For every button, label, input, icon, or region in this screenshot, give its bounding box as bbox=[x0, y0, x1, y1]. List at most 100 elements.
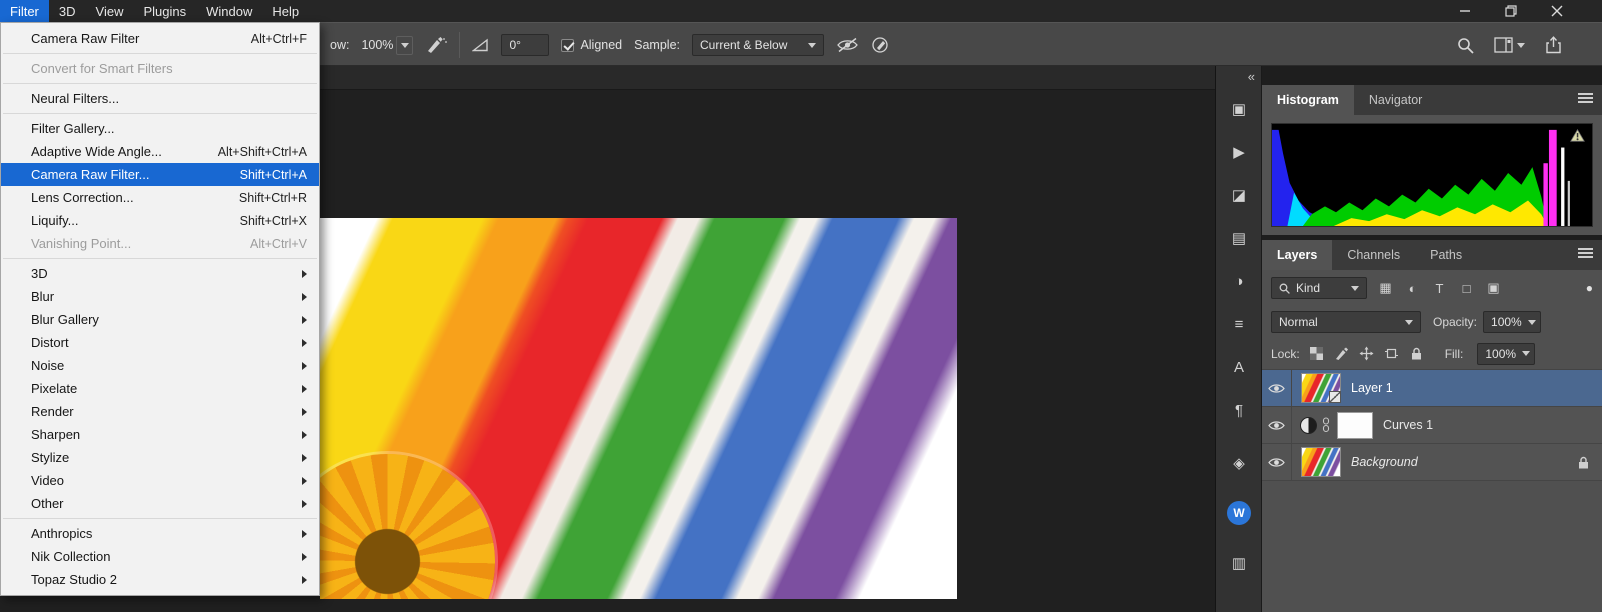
threed-panel-icon[interactable]: ◈ bbox=[1222, 448, 1256, 478]
blend-mode-select[interactable]: Normal bbox=[1271, 311, 1421, 333]
fill-input[interactable]: 100% bbox=[1477, 343, 1535, 365]
fill-value: 100% bbox=[1485, 347, 1516, 361]
close-button[interactable] bbox=[1548, 4, 1566, 18]
filter-menu-item[interactable]: Video bbox=[1, 469, 319, 492]
lock-image-icon[interactable] bbox=[1333, 345, 1350, 362]
character-panel-icon[interactable]: A bbox=[1222, 352, 1256, 382]
filter-menu-item[interactable]: 3D bbox=[1, 262, 319, 285]
restore-button[interactable] bbox=[1502, 4, 1520, 18]
checkbox-icon[interactable] bbox=[561, 39, 574, 52]
filter-kind-select[interactable]: Kind bbox=[1271, 277, 1367, 299]
paragraph-panel-icon[interactable]: ¶ bbox=[1222, 395, 1256, 425]
layer-comps-icon[interactable]: ▤ bbox=[1222, 223, 1256, 253]
workspace-switcher-icon[interactable] bbox=[1494, 37, 1525, 53]
expand-panels-icon[interactable]: « bbox=[1248, 69, 1255, 84]
brush-settings-icon[interactable]: ◪ bbox=[1222, 180, 1256, 210]
layer-thumbnail[interactable] bbox=[1301, 447, 1341, 477]
menu-plugins[interactable]: Plugins bbox=[133, 0, 196, 22]
layer-row-curves1[interactable]: Curves 1 bbox=[1262, 407, 1602, 444]
sample-select[interactable]: Current & Below bbox=[692, 34, 824, 56]
pressure-size-icon[interactable] bbox=[871, 36, 891, 54]
filter-type-layers-icon[interactable]: T bbox=[1427, 277, 1452, 300]
filter-menu-item[interactable]: Filter Gallery... bbox=[1, 117, 319, 140]
layer-name[interactable]: Layer 1 bbox=[1351, 381, 1393, 395]
menu-filter[interactable]: Filter bbox=[0, 0, 49, 22]
layer-thumbnail[interactable] bbox=[1301, 373, 1341, 403]
ignore-adjustment-layers-icon[interactable] bbox=[836, 37, 859, 53]
visibility-toggle[interactable] bbox=[1262, 407, 1292, 443]
filter-menu-item[interactable]: Sharpen bbox=[1, 423, 319, 446]
search-icon[interactable] bbox=[1457, 37, 1474, 54]
filter-menu-item[interactable]: Blur Gallery bbox=[1, 308, 319, 331]
angle-icon bbox=[472, 38, 489, 52]
filter-menu-item[interactable]: Topaz Studio 2 bbox=[1, 568, 319, 591]
filter-menu-item[interactable]: Distort bbox=[1, 331, 319, 354]
angle-value: 0° bbox=[509, 38, 520, 52]
tab-layers[interactable]: Layers bbox=[1262, 240, 1332, 270]
tab-paths[interactable]: Paths bbox=[1415, 240, 1477, 270]
share-icon[interactable] bbox=[1545, 36, 1562, 54]
menu-window[interactable]: Window bbox=[196, 0, 262, 22]
filter-menu-item[interactable]: Adaptive Wide Angle...Alt+Shift+Ctrl+A bbox=[1, 140, 319, 163]
layer-lock-icon bbox=[1578, 456, 1589, 469]
flow-dropdown-icon[interactable] bbox=[396, 36, 413, 55]
visibility-toggle[interactable] bbox=[1262, 444, 1292, 480]
tab-channels[interactable]: Channels bbox=[1332, 240, 1415, 270]
panel-menu-icon[interactable] bbox=[1578, 97, 1593, 99]
filter-menu-item[interactable]: Anthropics bbox=[1, 522, 319, 545]
angle-input[interactable]: 0° bbox=[501, 34, 549, 56]
layer-mask-thumbnail[interactable] bbox=[1337, 412, 1373, 439]
actions-icon[interactable]: ▶ bbox=[1222, 137, 1256, 167]
minimize-button[interactable] bbox=[1456, 4, 1474, 18]
lock-artboard-icon[interactable] bbox=[1383, 345, 1400, 362]
sample-value: Current & Below bbox=[700, 38, 787, 52]
menu-3d[interactable]: 3D bbox=[49, 0, 86, 22]
document-canvas-image[interactable] bbox=[320, 218, 957, 599]
kind-label: Kind bbox=[1296, 281, 1320, 295]
layers-panel: Layers Channels Paths Kind ▦ bbox=[1262, 240, 1602, 612]
adjustment-layer-icon[interactable] bbox=[1300, 417, 1317, 434]
properties-icon[interactable]: ≡ bbox=[1222, 309, 1256, 339]
filter-menu-item[interactable]: Other bbox=[1, 492, 319, 515]
layer-row-background[interactable]: Background bbox=[1262, 444, 1602, 481]
filter-menu-item[interactable]: Camera Raw FilterAlt+Ctrl+F bbox=[1, 27, 319, 50]
sample-label: Sample: bbox=[634, 38, 680, 52]
tab-navigator[interactable]: Navigator bbox=[1354, 85, 1438, 115]
filter-menu-item[interactable]: Liquify...Shift+Ctrl+X bbox=[1, 209, 319, 232]
lock-all-icon[interactable] bbox=[1408, 345, 1425, 362]
filter-menu-item[interactable]: Stylize bbox=[1, 446, 319, 469]
clone-source-icon[interactable]: ▣ bbox=[1222, 94, 1256, 124]
visibility-toggle[interactable] bbox=[1262, 370, 1292, 406]
menu-view[interactable]: View bbox=[86, 0, 134, 22]
filter-shape-layers-icon[interactable]: □ bbox=[1454, 277, 1479, 300]
layer-row-layer1[interactable]: Layer 1 bbox=[1262, 370, 1602, 407]
cached-data-warning-icon[interactable] bbox=[1570, 129, 1585, 147]
adjustments-icon[interactable]: ◑ bbox=[1222, 266, 1256, 296]
filter-menu-item[interactable]: Noise bbox=[1, 354, 319, 377]
filter-smart-objects-icon[interactable]: ▣ bbox=[1481, 277, 1506, 300]
libraries-icon[interactable]: ▥ bbox=[1222, 548, 1256, 578]
airbrush-icon[interactable] bbox=[425, 36, 447, 54]
w-plugin-icon[interactable]: W bbox=[1227, 501, 1251, 525]
filter-menu-item[interactable]: Lens Correction...Shift+Ctrl+R bbox=[1, 186, 319, 209]
filtering-toggle-icon[interactable]: ● bbox=[1586, 281, 1593, 295]
opacity-input[interactable]: 100% bbox=[1483, 311, 1541, 333]
flow-control[interactable]: 100% bbox=[361, 36, 413, 55]
menu-help[interactable]: Help bbox=[262, 0, 309, 22]
filter-adjustment-layers-icon[interactable]: ◐ bbox=[1400, 277, 1425, 300]
filter-menu-item-highlighted[interactable]: Camera Raw Filter...Shift+Ctrl+A bbox=[1, 163, 319, 186]
filter-dropdown-menu: Camera Raw FilterAlt+Ctrl+F Convert for … bbox=[0, 22, 320, 596]
filter-menu-item[interactable]: Blur bbox=[1, 285, 319, 308]
aligned-checkbox[interactable]: Aligned bbox=[561, 38, 622, 52]
filter-menu-item[interactable]: Render bbox=[1, 400, 319, 423]
filter-menu-item[interactable]: Nik Collection bbox=[1, 545, 319, 568]
filter-pixel-layers-icon[interactable]: ▦ bbox=[1373, 277, 1398, 300]
layer-name[interactable]: Background bbox=[1351, 455, 1418, 469]
filter-menu-item[interactable]: Neural Filters... bbox=[1, 87, 319, 110]
panel-menu-icon[interactable] bbox=[1578, 252, 1593, 254]
lock-transparency-icon[interactable] bbox=[1308, 345, 1325, 362]
layer-name[interactable]: Curves 1 bbox=[1383, 418, 1433, 432]
lock-position-icon[interactable] bbox=[1358, 345, 1375, 362]
filter-menu-item[interactable]: Pixelate bbox=[1, 377, 319, 400]
tab-histogram[interactable]: Histogram bbox=[1262, 85, 1354, 115]
